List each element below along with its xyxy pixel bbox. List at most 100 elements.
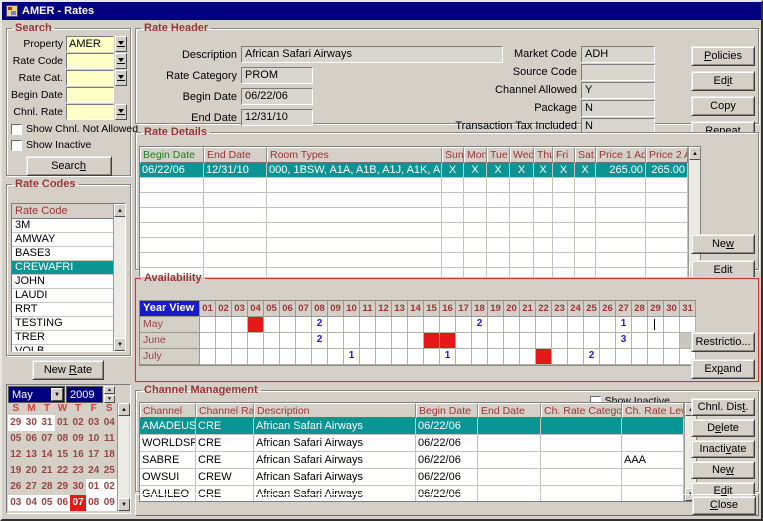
rate-code-item[interactable]: RRT — [12, 303, 113, 317]
availability-cell[interactable] — [408, 317, 424, 333]
availability-cell[interactable] — [424, 317, 440, 333]
availability-cell[interactable] — [248, 317, 264, 333]
calendar-day[interactable]: 14 — [39, 447, 55, 463]
availability-cell[interactable] — [360, 317, 376, 333]
table-cell[interactable] — [541, 435, 622, 452]
table-cell[interactable] — [622, 435, 684, 452]
availability-cell[interactable]: 2 — [312, 333, 328, 349]
calendar-day[interactable]: 13 — [24, 447, 40, 463]
close-button[interactable]: Close — [692, 496, 756, 515]
table-cell[interactable]: X — [487, 163, 510, 178]
search-begin-date-input[interactable] — [66, 87, 114, 103]
availability-cell[interactable] — [440, 333, 456, 349]
calendar-day[interactable]: 10 — [86, 431, 102, 447]
availability-cell[interactable] — [456, 317, 472, 333]
availability-cell[interactable] — [344, 317, 360, 333]
table-cell[interactable] — [478, 418, 541, 435]
scrollbar-track[interactable] — [118, 416, 129, 498]
show-inactive-checkbox[interactable]: Show Inactive — [11, 138, 128, 152]
table-cell[interactable]: WORLDSPA — [140, 435, 196, 452]
table-cell[interactable]: 06/22/06 — [416, 435, 478, 452]
availability-cell[interactable] — [408, 349, 424, 365]
availability-cell[interactable] — [632, 333, 648, 349]
rate-codes-scrollbar[interactable]: ▲ ▼ — [113, 204, 125, 351]
availability-grid[interactable]: Year View0102030405060708091011121314151… — [139, 300, 696, 366]
availability-cell[interactable] — [504, 317, 520, 333]
availability-cell[interactable] — [536, 317, 552, 333]
availability-cell[interactable]: 1 — [616, 317, 632, 333]
availability-cell[interactable] — [408, 333, 424, 349]
availability-cell[interactable] — [584, 333, 600, 349]
table-cell[interactable]: X — [553, 163, 575, 178]
checkbox-box[interactable] — [11, 124, 22, 135]
table-cell[interactable] — [541, 452, 622, 469]
calendar-day[interactable]: 07 — [39, 431, 55, 447]
availability-cell[interactable] — [680, 317, 696, 333]
table-cell[interactable]: X — [464, 163, 487, 178]
table-cell[interactable]: X — [442, 163, 464, 178]
rate-code-item[interactable]: TESTING — [12, 317, 113, 331]
calendar-day[interactable]: 21 — [39, 463, 55, 479]
availability-cell[interactable]: 2 — [472, 317, 488, 333]
availability-cell[interactable] — [552, 349, 568, 365]
table-cell[interactable]: CRE — [196, 435, 254, 452]
channel-new-button[interactable]: New — [691, 461, 755, 479]
search-button[interactable]: Search — [26, 156, 112, 176]
availability-cell[interactable] — [232, 349, 248, 365]
calendar-day[interactable]: 09 — [101, 495, 117, 511]
calendar-month-select[interactable]: May ▼ — [8, 386, 65, 403]
search-property-lov-button[interactable] — [115, 36, 127, 52]
availability-cell[interactable] — [552, 317, 568, 333]
rate-header-edit-button[interactable]: Edit — [691, 71, 755, 91]
rate-code-item[interactable]: JOHN — [12, 275, 113, 289]
availability-cell[interactable] — [520, 333, 536, 349]
availability-cell[interactable] — [424, 333, 440, 349]
availability-cell[interactable] — [264, 349, 280, 365]
calendar-day[interactable]: 01 — [55, 415, 71, 431]
availability-cell[interactable] — [216, 317, 232, 333]
scroll-up-button[interactable]: ▲ — [689, 147, 701, 160]
search-property-input[interactable] — [66, 36, 114, 52]
scrollbar-track[interactable] — [114, 217, 125, 338]
table-cell[interactable]: X — [575, 163, 596, 178]
rate-header-copy-button[interactable]: Copy — [691, 96, 755, 116]
show-chnl-not-allowed-checkbox[interactable]: Show Chnl. Not Allowed — [11, 122, 128, 136]
availability-cell[interactable] — [520, 349, 536, 365]
availability-cell[interactable] — [200, 349, 216, 365]
availability-cell[interactable] — [344, 333, 360, 349]
calendar-day[interactable]: 16 — [70, 447, 86, 463]
availability-cell[interactable] — [296, 349, 312, 365]
availability-cell[interactable] — [296, 333, 312, 349]
year-view-label[interactable]: Year View — [140, 301, 200, 317]
availability-cell[interactable] — [360, 349, 376, 365]
table-cell[interactable]: X — [510, 163, 534, 178]
calendar-day[interactable]: 30 — [70, 479, 86, 495]
calendar-day[interactable]: 11 — [101, 431, 117, 447]
availability-cell[interactable] — [280, 317, 296, 333]
availability-cell[interactable] — [376, 349, 392, 365]
table-cell[interactable]: African Safari Airways — [254, 418, 416, 435]
calendar-day[interactable]: 18 — [101, 447, 117, 463]
chevron-down-icon[interactable]: ▼ — [51, 388, 63, 401]
calendar-day[interactable]: 26 — [8, 479, 24, 495]
availability-cell[interactable] — [504, 349, 520, 365]
availability-cell[interactable] — [504, 333, 520, 349]
availability-cell[interactable] — [280, 333, 296, 349]
availability-cell[interactable] — [600, 333, 616, 349]
availability-restrictio-button[interactable]: Restrictio... — [691, 332, 755, 352]
table-cell[interactable] — [478, 452, 541, 469]
search-rate-cat-input[interactable] — [66, 70, 114, 86]
rate-code-item[interactable]: VOLB — [12, 345, 113, 352]
availability-cell[interactable] — [264, 317, 280, 333]
availability-cell[interactable] — [600, 317, 616, 333]
calendar-day[interactable]: 29 — [8, 415, 24, 431]
search-rate-code-lov-button[interactable] — [115, 53, 127, 69]
calendar-day[interactable]: 28 — [39, 479, 55, 495]
availability-cell[interactable] — [648, 349, 664, 365]
scroll-up-button[interactable]: ▲ — [114, 204, 126, 217]
table-cell[interactable]: CREW — [196, 469, 254, 486]
availability-cell[interactable] — [312, 349, 328, 365]
table-cell[interactable] — [478, 469, 541, 486]
availability-cell[interactable] — [328, 317, 344, 333]
availability-cell[interactable] — [568, 333, 584, 349]
